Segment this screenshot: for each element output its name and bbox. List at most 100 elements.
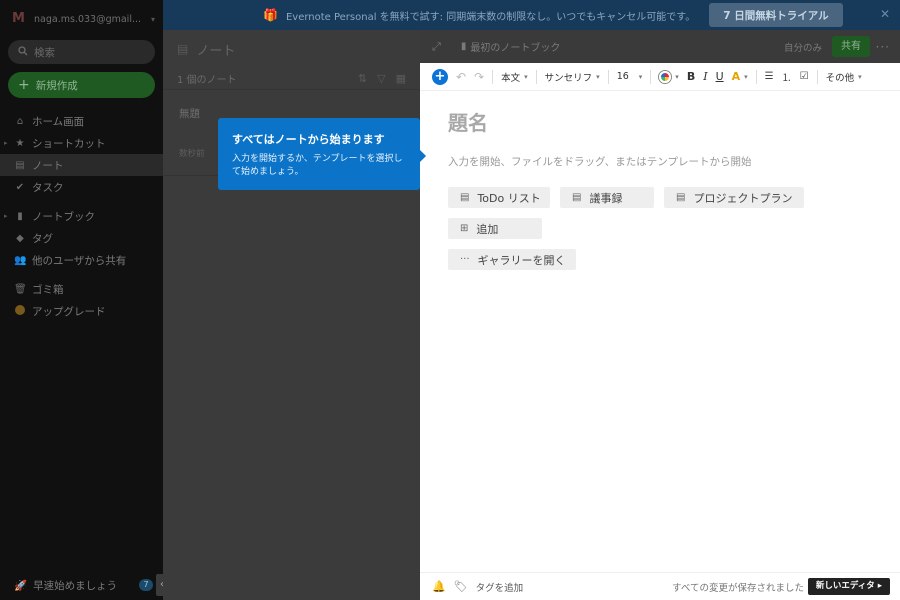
star-icon: ★ <box>15 137 25 149</box>
highlight-icon: A <box>731 70 741 83</box>
redo-icon[interactable]: ↷ <box>474 70 484 84</box>
trial-banner: 🎁 Evernote Personal を無料で試す: 同期端末数の制限なし。い… <box>163 0 900 30</box>
note-title-input[interactable]: 題名 <box>448 107 872 136</box>
search-input[interactable]: 検索 <box>8 40 155 64</box>
note-list: ▤ ノート 1 個のノート ⇅ ▽ ▦ 無題 数秒前 <box>163 30 420 600</box>
notebook-selector[interactable]: ▮ 最初のノートブック <box>461 39 561 54</box>
underline-icon[interactable]: U <box>716 70 724 83</box>
editor-body[interactable]: 題名 入力を開始、ファイルをドラッグ、またはテンプレートから開始 ▤ ToDo リ… <box>420 91 900 286</box>
undo-icon[interactable]: ↶ <box>456 70 466 84</box>
tooltip-heading: すべてはノートから始まります <box>232 133 385 146</box>
highlight-dropdown[interactable]: A ▾ <box>732 70 748 83</box>
sidebar: M naga.ms.033@gmail... ▾ 検索 + 新規作成 ⌂ ホーム画… <box>0 0 163 600</box>
sort-icon[interactable]: ⇅ <box>358 72 367 85</box>
account-switcher[interactable]: M naga.ms.033@gmail... ▾ <box>0 0 163 38</box>
add-template-label: 追加 <box>476 222 499 236</box>
open-gallery-button[interactable]: ··· ギャラリーを開く <box>448 249 576 270</box>
editor-footer: 🔔 🏷 タグを追加 すべての変更が保存されました 新しいエディタ ▸ <box>420 572 900 600</box>
font-size-value: 16 <box>616 71 629 82</box>
visibility-label[interactable]: 自分のみ <box>784 40 822 54</box>
notebook-icon: ▮ <box>460 41 467 52</box>
users-icon: 👥 <box>14 254 27 266</box>
sidebar-item-tags[interactable]: ◆ タグ <box>0 227 163 249</box>
note-body-placeholder: 入力を開始、ファイルをドラッグ、またはテンプレートから開始 <box>448 156 752 168</box>
caret-right-icon: ▸ <box>4 139 8 147</box>
note-icon: ▤ <box>177 42 189 56</box>
home-icon: ⌂ <box>16 115 24 127</box>
sidebar-item-label: 他のユーザから共有 <box>32 254 127 267</box>
document-icon: ▤ <box>460 192 470 203</box>
chevron-down-icon: ▾ <box>596 72 600 81</box>
sidebar-item-label: ノートブック <box>32 210 95 223</box>
get-started-button[interactable]: 🚀 早速始めましょう 7 <box>0 574 163 596</box>
more-dots-icon: ··· <box>460 254 470 265</box>
add-document-icon: ⊞ <box>460 223 469 234</box>
new-note-label: 新規作成 <box>35 79 78 92</box>
sidebar-item-upgrade[interactable]: アップグレード <box>0 300 163 322</box>
more-formatting-dropdown[interactable]: その他 ▾ <box>826 70 862 84</box>
template-project-plan-button[interactable]: ▤ プロジェクトプラン <box>664 187 804 208</box>
gift-icon: 🎁 <box>263 8 278 22</box>
sidebar-item-tasks[interactable]: ✔ タスク <box>0 176 163 198</box>
chevron-down-icon: ▾ <box>638 72 643 81</box>
trial-button[interactable]: 7 日間無料トライアル <box>709 3 843 27</box>
note-count: 1 個のノート <box>177 75 237 86</box>
text-style-dropdown[interactable]: 本文 ▾ <box>501 70 528 84</box>
get-started-label: 早速始めましょう <box>33 579 118 592</box>
sidebar-item-label: ショートカット <box>32 137 106 150</box>
more-options-icon[interactable]: ··· <box>876 40 890 54</box>
text-style-value: 本文 <box>501 72 521 84</box>
document-icon: ▤ <box>572 192 582 203</box>
font-dropdown[interactable]: サンセリフ ▾ <box>545 70 600 84</box>
template-label: プロジェクトプラン <box>693 191 793 205</box>
close-icon[interactable]: ✕ <box>880 7 890 21</box>
document-icon: ▤ <box>676 192 686 203</box>
note-list-subheader: 1 個のノート ⇅ ▽ ▦ <box>163 68 420 90</box>
add-tag-icon[interactable]: 🏷 <box>454 580 468 593</box>
view-options-icon[interactable]: ▦ <box>396 72 406 85</box>
sidebar-item-notes[interactable]: ▤ ノート <box>0 154 163 176</box>
add-tag-label[interactable]: タグを追加 <box>476 580 524 594</box>
sidebar-item-shortcuts[interactable]: ▸ ★ ショートカット <box>0 132 163 154</box>
share-button[interactable]: 共有 <box>832 36 870 57</box>
sidebar-item-label: ゴミ箱 <box>32 283 64 296</box>
template-minutes-button[interactable]: ▤ 議事録 <box>560 187 654 208</box>
sidebar-item-label: ホーム画面 <box>32 115 85 128</box>
filter-icon[interactable]: ▽ <box>377 72 385 85</box>
sidebar-item-shared[interactable]: 👥 他のユーザから共有 <box>0 249 163 271</box>
italic-icon[interactable]: I <box>703 70 707 83</box>
template-todo-button[interactable]: ▤ ToDo リスト <box>448 187 550 208</box>
new-editor-button[interactable]: 新しいエディタ ▸ <box>807 578 890 595</box>
search-placeholder: 検索 <box>34 46 55 59</box>
bulleted-list-icon[interactable]: ☰ <box>765 71 774 82</box>
sidebar-item-trash[interactable]: 🗑 ゴミ箱 <box>0 278 163 300</box>
sidebar-nav: ⌂ ホーム画面 ▸ ★ ショートカット ▤ ノート ✔ タスク ▸ ▮ ノートブック ◆ タグ … <box>0 110 163 322</box>
sidebar-item-notebooks[interactable]: ▸ ▮ ノートブック <box>0 205 163 227</box>
notebook-icon: ▮ <box>17 210 23 222</box>
insert-plus-icon[interactable]: + <box>432 68 448 85</box>
note-icon: ▤ <box>15 159 25 171</box>
formatting-toolbar: + ↶ ↷ 本文 ▾ サンセリフ ▾ 16 ▾ ▾ B I U A ▾ ☰ ⒈ ☑ その… <box>420 63 900 91</box>
chevron-down-icon: ▾ <box>151 14 156 24</box>
account-email: naga.ms.033@gmail... <box>34 13 142 25</box>
font-value: サンセリフ <box>544 72 593 84</box>
rocket-icon: 🚀 <box>14 579 28 592</box>
add-template-button[interactable]: ⊞ 追加 <box>448 218 542 239</box>
numbered-list-icon[interactable]: ⒈ <box>782 69 792 84</box>
font-size-dropdown[interactable]: 16 ▾ <box>617 71 643 82</box>
note-editor: ⤢ ▮ 最初のノートブック 自分のみ 共有 ··· + ↶ ↷ 本文 ▾ サンセリ… <box>420 30 900 600</box>
search-icon <box>18 45 28 59</box>
evernote-logo-icon: M <box>12 11 25 26</box>
checklist-icon[interactable]: ☑ <box>800 71 809 82</box>
chevron-down-icon: ▾ <box>858 72 862 81</box>
new-note-button[interactable]: + 新規作成 <box>8 72 155 98</box>
expand-icon[interactable]: ⤢ <box>432 40 441 54</box>
banner-message: Evernote Personal を無料で試す: 同期端末数の制限なし。いつで… <box>285 11 696 23</box>
save-status: すべての変更が保存されました <box>672 582 804 594</box>
text-color-dropdown[interactable]: ▾ <box>659 70 679 83</box>
sidebar-item-home[interactable]: ⌂ ホーム画面 <box>0 110 163 132</box>
reminder-bell-icon[interactable]: 🔔 <box>432 580 446 593</box>
tag-icon: ◆ <box>16 232 24 244</box>
sidebar-item-label: ノート <box>32 159 64 172</box>
bold-icon[interactable]: B <box>687 70 695 83</box>
